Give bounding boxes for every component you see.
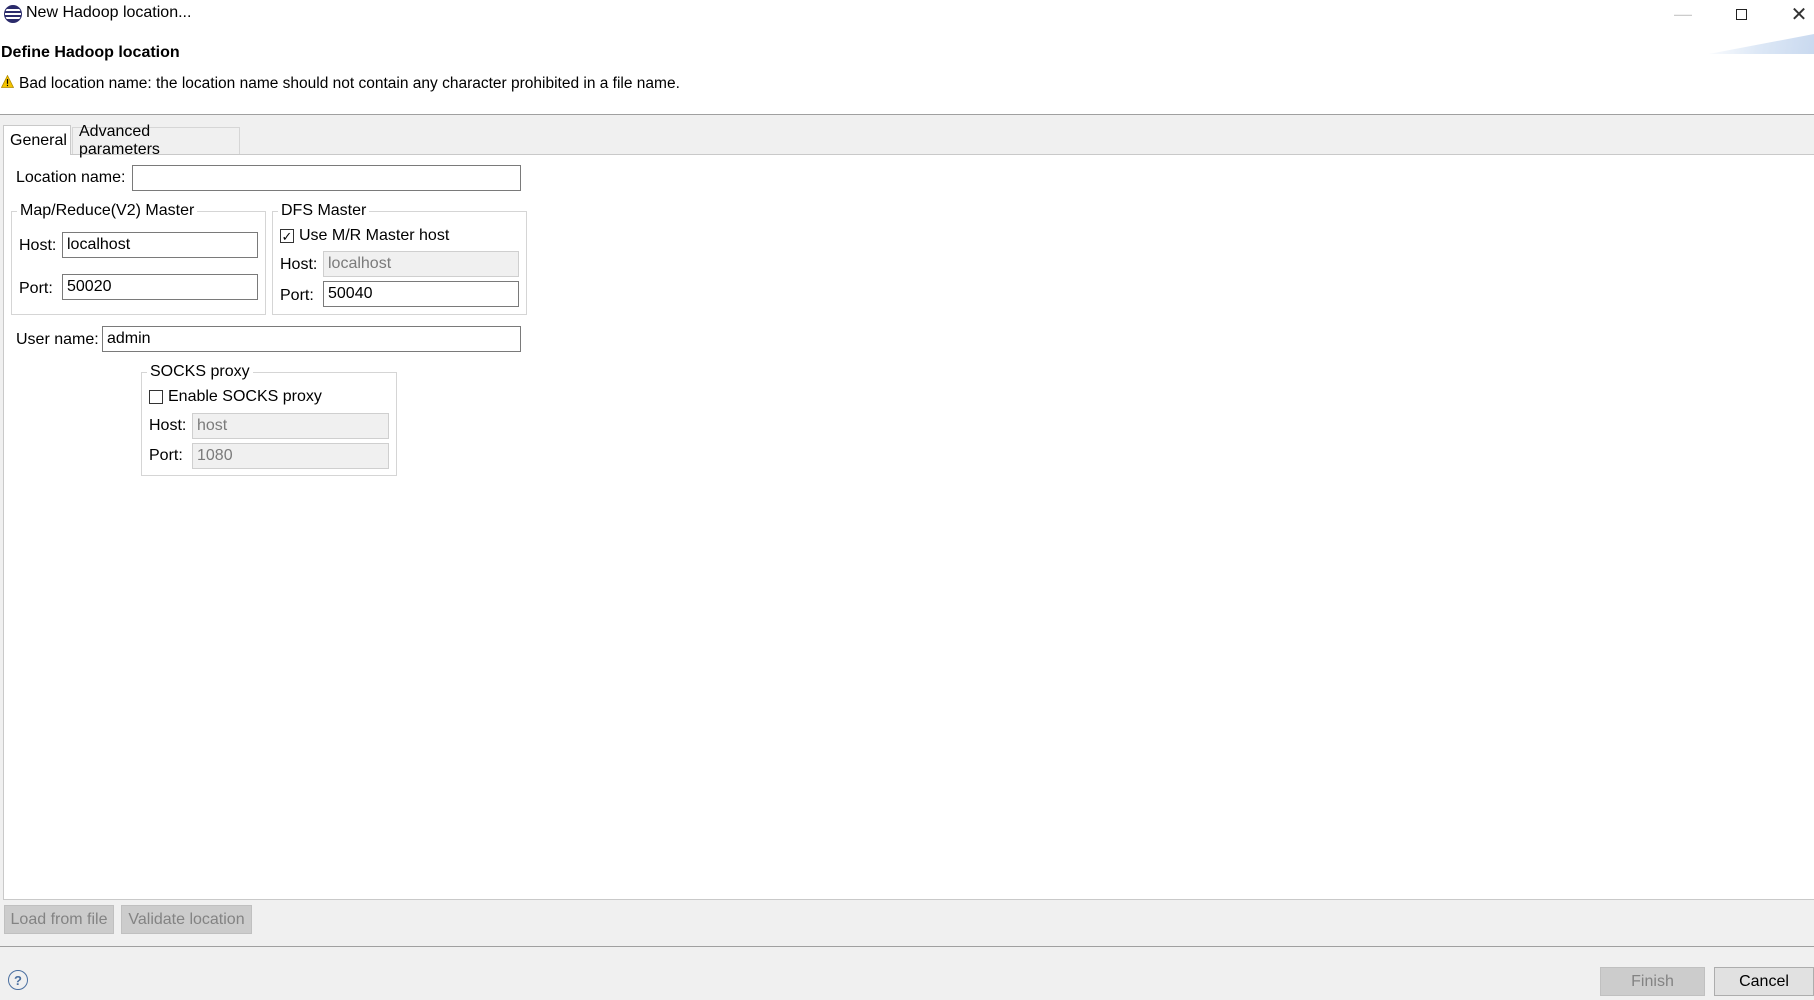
footer-divider [0,946,1814,947]
warning-icon [1,75,14,88]
dfs-host-label: Host: [280,256,318,273]
mr-port-label: Port: [19,280,53,297]
dfs-master-title: DFS Master [278,202,370,220]
warning-message: Bad location name: the location name sho… [19,75,680,92]
user-name-input[interactable]: admin [102,326,521,352]
maximize-button[interactable] [1718,0,1764,28]
mr-port-input[interactable]: 50020 [62,274,258,300]
socks-port-label: Port: [149,447,183,464]
dfs-host-input[interactable]: localhost [323,251,519,277]
checkmark-icon: ✓ [281,228,293,244]
tab-general[interactable]: General [3,125,71,155]
use-mr-host-label[interactable]: Use M/R Master host [299,227,449,245]
cancel-button[interactable]: Cancel [1714,967,1814,996]
socks-port-input[interactable]: 1080 [192,443,389,469]
socks-host-input[interactable]: host [192,413,389,439]
eclipse-app-icon [4,5,22,23]
dfs-port-input[interactable]: 50040 [323,281,519,307]
button-bar [0,900,1814,1000]
mapreduce-master-title: Map/Reduce(V2) Master [17,202,198,220]
finish-button[interactable]: Finish [1600,967,1705,996]
socks-proxy-title: SOCKS proxy [147,363,253,381]
location-name-label: Location name: [16,169,126,186]
enable-socks-label[interactable]: Enable SOCKS proxy [168,388,322,406]
use-mr-host-checkbox[interactable]: ✓ [280,229,294,243]
dfs-port-label: Port: [280,287,314,304]
socks-host-label: Host: [149,417,187,434]
location-name-input[interactable] [132,165,521,191]
banner-graphic [1708,34,1814,54]
window-title: New Hadoop location... [26,4,192,21]
mr-host-label: Host: [19,237,57,254]
minimize-button[interactable]: — [1660,0,1706,28]
title-bar [0,0,1814,30]
page-title: Define Hadoop location [1,44,180,61]
validate-location-button[interactable]: Validate location [121,905,252,934]
maximize-icon [1735,8,1747,20]
close-button[interactable]: ✕ [1776,0,1814,28]
mr-host-input[interactable]: localhost [62,232,258,258]
user-name-label: User name: [16,331,99,348]
tab-advanced-parameters[interactable]: Advanced parameters [72,123,240,158]
help-icon[interactable]: ? [8,970,28,990]
load-from-file-button[interactable]: Load from file [4,905,114,934]
content-bottom-divider [3,899,1814,900]
enable-socks-checkbox[interactable] [149,390,163,404]
